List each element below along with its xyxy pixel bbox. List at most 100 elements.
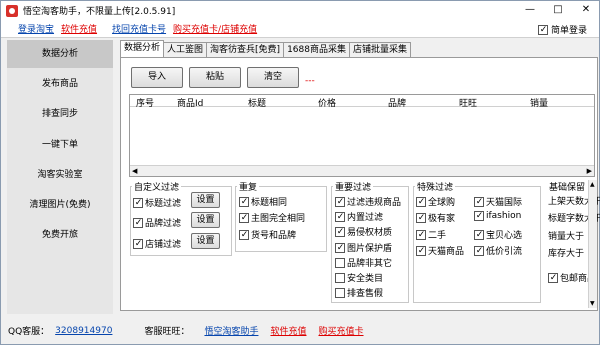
col-brand[interactable]: 品牌 <box>388 96 406 109</box>
safe-category-option[interactable]: 安全类目 <box>335 271 383 284</box>
software-recharge-link[interactable]: 软件充值 <box>61 22 97 35</box>
tab-checker[interactable]: 淘客彷查兵[免费] <box>206 42 285 57</box>
infringe-material-label: 易侵权材质 <box>347 228 393 238</box>
col-wangwang[interactable]: 旺旺 <box>459 96 477 109</box>
jiyoujia-option[interactable]: 极有家 <box>416 211 455 224</box>
ifashion-checkbox[interactable] <box>474 210 484 222</box>
baobei-xinxuan-option[interactable]: 宝贝心选 <box>474 228 522 241</box>
sidebar-item-sync[interactable]: 排查同步 <box>7 100 113 128</box>
brand-other-option[interactable]: 品牌非其它 <box>335 256 392 269</box>
app-logo-icon <box>6 4 18 17</box>
scroll-up-icon[interactable]: ▲ <box>590 181 595 188</box>
infringe-material-checkbox[interactable] <box>335 226 345 238</box>
paste-button[interactable]: 粘贴 <box>189 67 241 88</box>
second-hand-option[interactable]: 二手 <box>416 228 446 241</box>
brand-filter-checkbox[interactable] <box>133 217 143 229</box>
col-price[interactable]: 价格 <box>318 96 336 109</box>
simple-login-option[interactable]: 简单登录 <box>537 23 587 36</box>
clear-button[interactable]: 清空 <box>247 67 299 88</box>
status-bar: QQ客服： 3208914970 客服旺旺： 悟空淘客助手 软件充值 购买充值卡 <box>1 317 599 344</box>
tab-1688[interactable]: 1688商品采集 <box>283 42 350 57</box>
product-table[interactable]: 序号 商品Id 标题 价格 品牌 旺旺 销量 ◀ ▶ <box>129 94 595 177</box>
same-title-option[interactable]: 标题相同 <box>239 195 287 208</box>
violation-filter-option[interactable]: 过滤违规商品 <box>335 195 401 208</box>
login-taobao-link[interactable]: 登录淘宝 <box>18 22 54 35</box>
sku-brand-option[interactable]: 货号和品牌 <box>239 228 296 241</box>
sidebar-item-data-analysis[interactable]: 数据分析 <box>7 40 113 68</box>
tab-shop-collect[interactable]: 店铺批量采集 <box>348 42 411 57</box>
brand-filter-option[interactable]: 品牌过滤 <box>133 216 181 229</box>
baobei-xinxuan-label: 宝贝心选 <box>486 231 523 241</box>
col-sales[interactable]: 销量 <box>530 96 548 109</box>
stock-min-label: 库存大于 <box>548 249 585 259</box>
recover-card-link[interactable]: 找回充值卡号 <box>112 22 166 35</box>
window-title: 悟空淘客助手，不限量上传[2.0.5.91] <box>23 7 176 17</box>
free-shipping-checkbox[interactable] <box>548 272 558 284</box>
same-title-checkbox[interactable] <box>239 196 249 208</box>
sidebar-item-clean-images[interactable]: 清理图片(免费) <box>7 191 113 219</box>
sidebar-item-order[interactable]: 一键下单 <box>7 131 113 159</box>
same-image-option[interactable]: 主图完全相同 <box>239 211 305 224</box>
scroll-down-icon[interactable]: ▼ <box>590 300 595 307</box>
global-buy-option[interactable]: 全球购 <box>416 195 455 208</box>
col-index[interactable]: 序号 <box>136 96 154 109</box>
violation-filter-label: 过滤违规商品 <box>347 198 402 208</box>
safe-category-label: 安全类目 <box>347 274 384 284</box>
close-icon[interactable]: ✕ <box>579 3 593 17</box>
title-filter-checkbox[interactable] <box>133 197 143 209</box>
shop-link[interactable]: 悟空淘客助手 <box>204 324 258 337</box>
horizontal-scrollbar[interactable]: ◀ ▶ <box>130 165 594 176</box>
image-shield-option[interactable]: 图片保护盾 <box>335 241 392 254</box>
second-hand-checkbox[interactable] <box>416 229 426 241</box>
tmall-intl-option[interactable]: 天猫国际 <box>474 195 522 208</box>
counterfeit-check-option[interactable]: 排查售假 <box>335 286 383 299</box>
ifashion-option[interactable]: ifashion <box>474 210 521 222</box>
qq-number-link[interactable]: 3208914970 <box>55 326 112 336</box>
wangwang-service-label: 客服旺旺： <box>144 327 190 337</box>
brand-other-checkbox[interactable] <box>335 257 345 268</box>
tab-data-analysis[interactable]: 数据分析 <box>120 40 165 57</box>
image-shield-checkbox[interactable] <box>335 242 345 254</box>
col-title[interactable]: 标题 <box>248 96 266 109</box>
jiyoujia-checkbox[interactable] <box>416 212 426 224</box>
sidebar-item-lab[interactable]: 淘客实验室 <box>7 161 113 189</box>
tmall-intl-checkbox[interactable] <box>474 196 484 208</box>
infringe-material-option[interactable]: 易侵权材质 <box>335 225 392 238</box>
tmall-product-option[interactable]: 天猫商品 <box>416 244 464 257</box>
low-price-checkbox[interactable] <box>474 245 484 257</box>
same-image-checkbox[interactable] <box>239 212 249 224</box>
tab-manual-image[interactable]: 人工鉴图 <box>163 42 208 57</box>
baobei-xinxuan-checkbox[interactable] <box>474 229 484 241</box>
brand-filter-settings-button[interactable]: 设置 <box>191 212 220 228</box>
builtin-filter-option[interactable]: 内置过滤 <box>335 210 383 223</box>
counterfeit-check-checkbox[interactable] <box>335 287 345 298</box>
sku-brand-checkbox[interactable] <box>239 229 249 241</box>
minimize-icon[interactable]: — <box>523 3 537 17</box>
scroll-left-icon[interactable]: ◀ <box>132 167 137 175</box>
shop-filter-checkbox[interactable] <box>133 238 143 250</box>
sidebar-item-publish[interactable]: 发布商品 <box>7 70 113 98</box>
shop-filter-settings-button[interactable]: 设置 <box>191 233 220 249</box>
buy-card-link[interactable]: 购买充值卡/店铺充值 <box>173 22 257 35</box>
low-price-option[interactable]: 低价引流 <box>474 244 522 257</box>
scroll-right-icon[interactable]: ▶ <box>587 167 592 175</box>
maximize-icon[interactable]: □ <box>551 3 565 17</box>
global-buy-checkbox[interactable] <box>416 196 426 208</box>
title-filter-settings-button[interactable]: 设置 <box>191 192 220 208</box>
same-image-label: 主图完全相同 <box>251 214 306 224</box>
shop-filter-option[interactable]: 店铺过滤 <box>133 237 181 250</box>
vertical-scrollbar[interactable]: ▲ ▼ <box>588 180 597 308</box>
status-buy-card-link[interactable]: 购买充值卡 <box>318 324 363 337</box>
important-filter-title: 重要过滤 <box>333 180 374 193</box>
builtin-filter-checkbox[interactable] <box>335 211 345 223</box>
sidebar-item-free[interactable]: 免费开旅 <box>7 221 113 249</box>
violation-filter-checkbox[interactable] <box>335 196 345 208</box>
simple-login-checkbox[interactable] <box>537 24 548 36</box>
col-item-id[interactable]: 商品Id <box>177 96 203 109</box>
simple-login-label: 简单登录 <box>550 26 587 36</box>
tmall-product-checkbox[interactable] <box>416 245 426 257</box>
import-button[interactable]: 导入 <box>131 67 183 88</box>
status-recharge-link[interactable]: 软件充值 <box>270 324 306 337</box>
safe-category-checkbox[interactable] <box>335 272 345 283</box>
title-filter-option[interactable]: 标题过滤 <box>133 196 181 209</box>
